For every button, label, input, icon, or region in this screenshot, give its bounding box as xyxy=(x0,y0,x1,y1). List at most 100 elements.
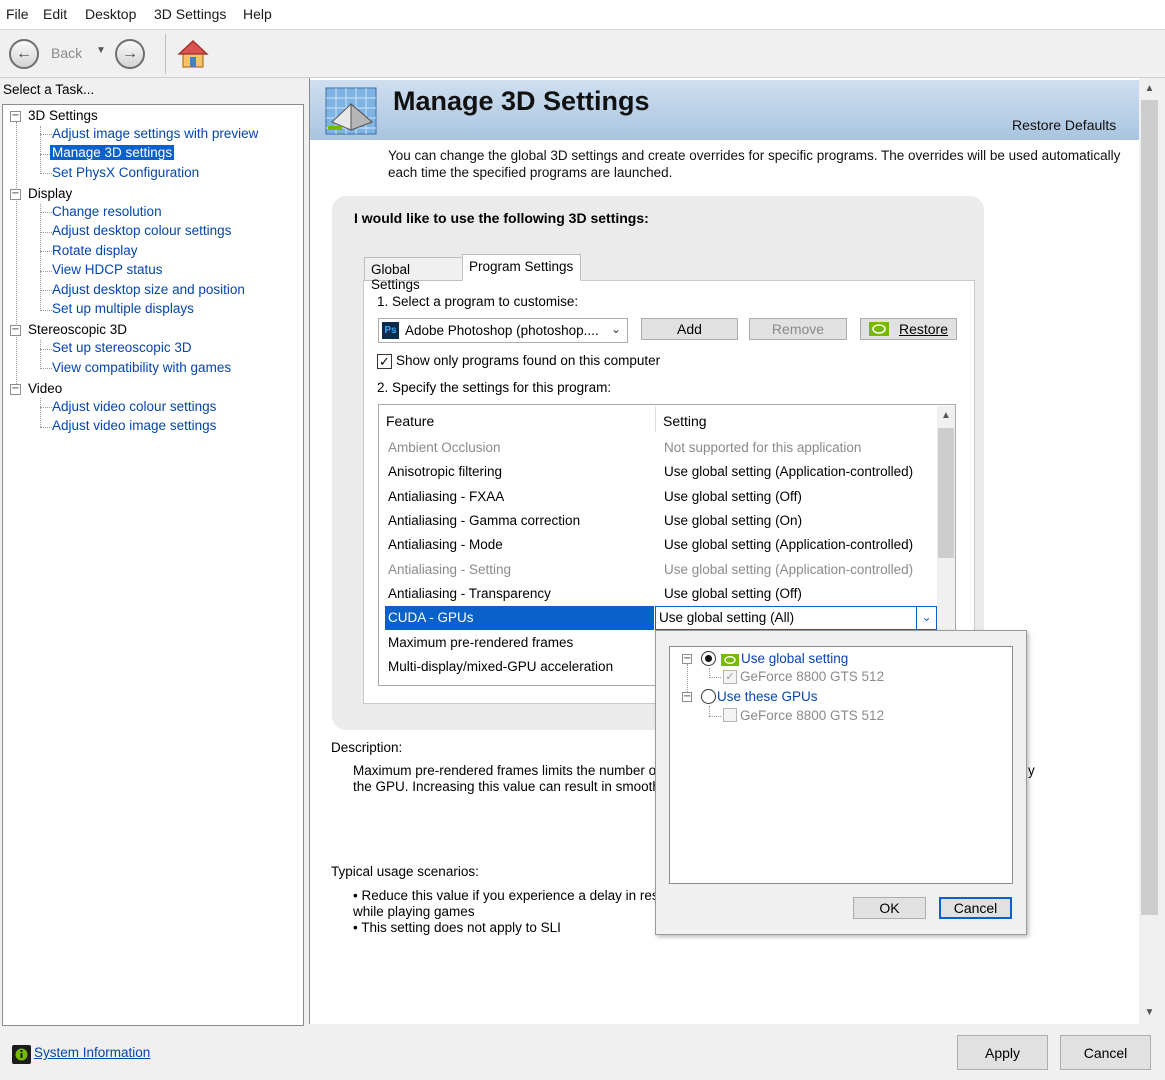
menu-desktop[interactable]: Desktop xyxy=(85,6,136,22)
restore-button-label: Restore xyxy=(898,321,949,337)
these-gpu-label: GeForce 8800 GTS 512 xyxy=(740,708,885,723)
menu-file[interactable]: File xyxy=(6,6,29,22)
task-set-up-multiple-displays[interactable]: Set up multiple displays xyxy=(50,301,196,316)
feature-cell: CUDA - GPUs xyxy=(388,610,474,625)
table-row[interactable]: Antialiasing - Gamma correction Use globa… xyxy=(385,509,937,533)
task-adjust-desktop-size[interactable]: Adjust desktop size and position xyxy=(50,282,247,297)
use-global-label[interactable]: Use global setting xyxy=(741,651,848,666)
popup-cancel-button[interactable]: Cancel xyxy=(939,897,1012,919)
description-text-tail: y xyxy=(1028,763,1035,778)
task-adjust-video-colour[interactable]: Adjust video colour settings xyxy=(50,399,218,414)
category-3d-settings[interactable]: 3D Settings xyxy=(28,108,98,123)
task-set-up-stereoscopic[interactable]: Set up stereoscopic 3D xyxy=(50,340,194,355)
use-these-gpus-radio[interactable] xyxy=(701,689,716,704)
back-history-dropdown-icon[interactable]: ▼ xyxy=(96,45,106,56)
restore-button[interactable]: Restore xyxy=(860,318,957,340)
usage-item: • This setting does not apply to SLI xyxy=(353,920,561,935)
cancel-button[interactable]: Cancel xyxy=(1060,1035,1151,1070)
table-row[interactable]: Antialiasing - FXAA Use global setting (O… xyxy=(385,485,937,509)
collapse-these-gpus-icon[interactable]: − xyxy=(682,692,692,702)
task-view-hdcp-status[interactable]: View HDCP status xyxy=(50,262,165,277)
system-information-icon[interactable] xyxy=(12,1045,31,1064)
task-adjust-image-settings[interactable]: Adjust image settings with preview xyxy=(50,126,260,141)
table-row[interactable]: Antialiasing - Mode Use global setting (A… xyxy=(385,533,937,557)
scroll-up-icon[interactable]: ▲ xyxy=(1140,80,1159,98)
table-scrollbar-thumb[interactable] xyxy=(938,428,954,558)
chevron-down-icon[interactable]: ⌄ xyxy=(611,322,621,336)
settings-heading: I would like to use the following 3D set… xyxy=(354,210,649,226)
task-adjust-video-image[interactable]: Adjust video image settings xyxy=(50,418,218,433)
task-rotate-display[interactable]: Rotate display xyxy=(50,243,140,258)
use-these-gpus-label[interactable]: Use these GPUs xyxy=(717,689,818,704)
show-only-checkbox[interactable]: ✓ xyxy=(377,354,392,369)
tree-connector xyxy=(40,340,41,369)
feature-cell: Antialiasing - Transparency xyxy=(388,586,551,601)
collapse-3d-settings-icon[interactable]: − xyxy=(10,111,21,122)
setting-cell: Use global setting (On) xyxy=(664,513,803,528)
content-scrollbar-thumb[interactable] xyxy=(1141,100,1158,915)
collapse-display-icon[interactable]: − xyxy=(10,189,21,200)
description-text: Maximum pre-rendered frames limits the n… xyxy=(353,763,660,778)
feature-cell: Ambient Occlusion xyxy=(388,440,501,455)
scroll-up-icon[interactable]: ▲ xyxy=(937,406,955,426)
tree-connector xyxy=(16,122,17,388)
feature-cell: Anisotropic filtering xyxy=(388,464,503,479)
tree-connector xyxy=(40,398,41,427)
home-icon[interactable] xyxy=(177,38,209,70)
usage-text: Reduce this value if you experience a de… xyxy=(361,888,667,903)
usage-text: while playing games xyxy=(353,904,475,919)
nvidia-icon xyxy=(868,322,889,336)
category-video[interactable]: Video xyxy=(28,381,62,396)
use-global-radio[interactable] xyxy=(701,651,716,666)
task-view-compatibility[interactable]: View compatibility with games xyxy=(50,360,233,375)
system-information-link[interactable]: System Information xyxy=(34,1045,150,1060)
add-button[interactable]: Add xyxy=(641,318,738,340)
global-gpu-checkbox: ✓ xyxy=(723,670,737,684)
table-row[interactable]: Antialiasing - Setting Use global setting… xyxy=(385,558,937,582)
popup-ok-button[interactable]: OK xyxy=(853,897,926,919)
feature-cell: Antialiasing - Mode xyxy=(388,537,503,552)
scroll-down-icon[interactable]: ▼ xyxy=(1140,1004,1159,1022)
collapse-video-icon[interactable]: − xyxy=(10,384,21,395)
menu-edit[interactable]: Edit xyxy=(43,6,67,22)
back-label[interactable]: Back xyxy=(51,45,82,61)
setting-cell: Use global setting (Off) xyxy=(664,586,802,601)
tree-connector xyxy=(709,677,721,678)
collapse-stereoscopic-icon[interactable]: − xyxy=(10,325,21,336)
back-arrow-icon[interactable]: ← xyxy=(9,39,39,69)
setting-cell: Use global setting (Application-controll… xyxy=(664,562,914,577)
intro-text: You can change the global 3D settings an… xyxy=(388,148,1121,180)
task-adjust-desktop-colour[interactable]: Adjust desktop colour settings xyxy=(50,223,233,238)
table-row[interactable]: Anisotropic filtering Use global setting … xyxy=(385,460,937,484)
menu-3d-settings[interactable]: 3D Settings xyxy=(154,6,226,22)
3d-settings-icon xyxy=(322,82,380,138)
table-row[interactable]: Antialiasing - Transparency Use global se… xyxy=(385,582,937,606)
feature-cell: Multi-display/mixed-GPU acceleration xyxy=(388,659,614,674)
feature-cell: Antialiasing - Setting xyxy=(388,562,512,577)
toolbar: ← Back ▼ → xyxy=(0,30,1165,78)
column-header-feature[interactable]: Feature xyxy=(386,413,434,429)
menu-help[interactable]: Help xyxy=(243,6,272,22)
task-change-resolution[interactable]: Change resolution xyxy=(50,204,164,219)
collapse-global-icon[interactable]: − xyxy=(682,654,692,664)
tab-global-settings[interactable]: Global Settings xyxy=(364,257,463,292)
column-header-setting[interactable]: Setting xyxy=(663,413,707,429)
task-set-physx[interactable]: Set PhysX Configuration xyxy=(50,165,201,180)
forward-arrow-icon[interactable]: → xyxy=(115,39,145,69)
these-gpu-checkbox xyxy=(723,708,737,722)
tab-program-settings[interactable]: Program Settings xyxy=(462,254,581,281)
setting-cell: Use global setting (Application-controll… xyxy=(664,537,914,552)
restore-defaults-link[interactable]: Restore Defaults xyxy=(1012,117,1116,133)
show-only-label: Show only programs found on this compute… xyxy=(396,353,661,368)
table-row[interactable]: Ambient Occlusion Not supported for this … xyxy=(385,436,937,460)
step2-label: 2. Specify the settings for this program… xyxy=(377,380,612,395)
category-display[interactable]: Display xyxy=(28,186,72,201)
setting-combo-value: Use global setting (All) xyxy=(659,610,795,625)
setting-cell: Use global setting (Off) xyxy=(664,489,802,504)
chevron-down-icon[interactable]: ⌄ xyxy=(916,607,936,629)
apply-button[interactable]: Apply xyxy=(957,1035,1048,1070)
photoshop-icon: Ps xyxy=(382,322,399,339)
task-manage-3d-settings[interactable]: Manage 3D settings xyxy=(50,145,175,160)
remove-button[interactable]: Remove xyxy=(749,318,847,340)
category-stereoscopic-3d[interactable]: Stereoscopic 3D xyxy=(28,322,127,337)
